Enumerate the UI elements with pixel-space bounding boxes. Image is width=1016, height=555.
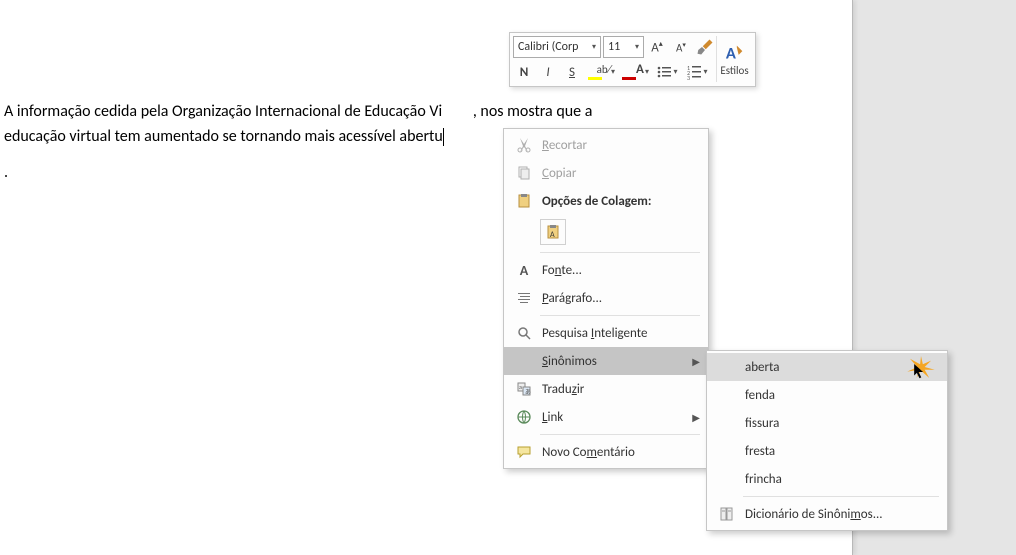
clipboard-text-icon: A — [545, 224, 561, 240]
paintbrush-icon — [696, 38, 714, 56]
synonym-item-frincha[interactable]: frincha — [707, 465, 947, 493]
menu-link[interactable]: Link ▶ — [504, 403, 708, 431]
menu-translate-label: Traduzir — [536, 382, 700, 397]
styles-icon: A — [724, 42, 746, 64]
synonym-label: fenda — [739, 388, 939, 403]
synonym-label: frincha — [739, 472, 939, 487]
grow-font-button[interactable]: A▴ — [646, 36, 668, 58]
font-size-combo[interactable]: 11 ▾ — [603, 36, 644, 58]
chevron-down-icon: ▾ — [703, 67, 707, 77]
menu-cut[interactable]: Recortar — [504, 131, 708, 159]
menu-new-comment-label: Novo Comentário — [536, 445, 700, 460]
translate-icon: aあ — [512, 381, 536, 397]
menu-link-label: Link — [536, 410, 692, 425]
search-icon — [512, 325, 536, 341]
menu-synonyms-label: Sinônimos — [536, 354, 692, 369]
styles-button[interactable]: A Estilos — [716, 36, 752, 82]
font-color-swatch — [622, 77, 636, 80]
highlight-button[interactable]: ab⁄ ▾ — [585, 61, 617, 83]
text-line-1b: , nos mostra que a — [473, 102, 593, 121]
font-name-value: Calibri (Corp — [518, 40, 578, 54]
highlight-color-swatch — [588, 77, 602, 80]
menu-paragraph[interactable]: Parágrafo... — [504, 284, 708, 312]
numbering-icon: 123 — [686, 64, 702, 80]
chevron-down-icon: ▾ — [673, 67, 677, 77]
bold-button[interactable]: N — [513, 61, 535, 83]
grow-font-icon: A▴ — [651, 39, 663, 55]
context-menu: Recortar Copiar Opções de Colagem: A A F… — [503, 128, 709, 469]
paste-options-row: A — [504, 215, 708, 249]
chevron-right-icon: ▶ — [692, 355, 700, 368]
menu-translate[interactable]: aあ Traduzir — [504, 375, 708, 403]
svg-text:A: A — [725, 43, 735, 63]
menu-separator — [540, 434, 700, 435]
menu-thesaurus-label: Dicionário de Sinônimos... — [739, 507, 939, 522]
cursor-icon — [914, 364, 925, 380]
synonym-item-fresta[interactable]: fresta — [707, 437, 947, 465]
synonym-item-fissura[interactable]: fissura — [707, 409, 947, 437]
italic-button[interactable]: I — [537, 61, 559, 83]
text-line-2: educação virtual tem aumentado se tornan… — [4, 127, 443, 146]
synonyms-submenu: aberta fenda fissura fresta frincha Dici… — [706, 350, 948, 531]
synonym-label: fresta — [739, 444, 939, 459]
text-period: . — [4, 163, 8, 182]
cut-icon — [512, 137, 536, 153]
text-cursor — [443, 128, 444, 146]
menu-separator — [540, 315, 700, 316]
format-painter-button[interactable] — [694, 36, 716, 58]
menu-thesaurus[interactable]: Dicionário de Sinônimos... — [707, 500, 947, 528]
menu-smart-lookup-label: Pesquisa Inteligente — [536, 326, 700, 341]
styles-label: Estilos — [720, 64, 748, 77]
numbering-button[interactable]: 123 ▾ — [683, 61, 711, 83]
link-icon — [512, 409, 536, 425]
menu-copy[interactable]: Copiar — [504, 159, 708, 187]
menu-smart-lookup[interactable]: Pesquisa Inteligente — [504, 319, 708, 347]
thesaurus-icon — [715, 506, 739, 522]
bullets-icon — [656, 64, 672, 80]
document-body-text[interactable]: A informação cedida pela Organização Int… — [4, 99, 844, 149]
synonym-item-fenda[interactable]: fenda — [707, 381, 947, 409]
synonym-label: fissura — [739, 416, 939, 431]
copy-icon — [512, 165, 536, 181]
menu-copy-label: Copiar — [536, 166, 700, 181]
font-dialog-icon: A — [512, 262, 536, 279]
text-line-1a: A informação cedida pela Organização Int… — [4, 102, 442, 121]
underline-button[interactable]: S — [561, 61, 583, 83]
menu-cut-label: Recortar — [536, 138, 700, 153]
svg-text:a: a — [519, 383, 522, 391]
paste-icon — [512, 193, 536, 209]
menu-font[interactable]: A Fonte... — [504, 256, 708, 284]
chevron-right-icon: ▶ — [692, 411, 700, 424]
synonym-item-aberta[interactable]: aberta — [707, 353, 947, 381]
paste-keep-text-button[interactable]: A — [540, 219, 566, 245]
font-color-icon: A — [636, 62, 644, 77]
menu-paragraph-label: Parágrafo... — [536, 291, 700, 306]
chevron-down-icon[interactable]: ▾ — [645, 67, 649, 77]
mini-toolbar: Calibri (Corp ▾ 11 ▾ A▴ A▾ N — [509, 32, 756, 87]
menu-font-label: Fonte... — [536, 263, 700, 278]
bullets-button[interactable]: ▾ — [653, 61, 681, 83]
chevron-down-icon: ▾ — [635, 42, 639, 52]
font-name-combo[interactable]: Calibri (Corp ▾ — [513, 36, 601, 58]
chevron-down-icon: ▾ — [592, 42, 596, 52]
shrink-font-button[interactable]: A▾ — [670, 36, 692, 58]
svg-text:A: A — [550, 230, 555, 240]
paragraph-icon — [512, 290, 536, 306]
menu-paste-options-label: Opções de Colagem: — [536, 194, 700, 209]
comment-icon — [512, 444, 536, 460]
menu-synonyms[interactable]: Sinônimos ▶ — [504, 347, 708, 375]
font-size-value: 11 — [608, 40, 620, 54]
menu-new-comment[interactable]: Novo Comentário — [504, 438, 708, 466]
chevron-down-icon[interactable]: ▾ — [611, 67, 615, 77]
svg-text:あ: あ — [525, 388, 531, 396]
svg-text:3: 3 — [687, 74, 690, 80]
highlight-icon: ab⁄ — [597, 63, 612, 76]
shrink-font-icon: A▾ — [676, 40, 686, 55]
menu-separator — [540, 252, 700, 253]
text-hidden-part: rtual — [442, 102, 473, 121]
menu-paste-options-header: Opções de Colagem: — [504, 187, 708, 215]
menu-separator — [743, 496, 939, 497]
font-color-button[interactable]: A ▾ — [619, 61, 651, 83]
